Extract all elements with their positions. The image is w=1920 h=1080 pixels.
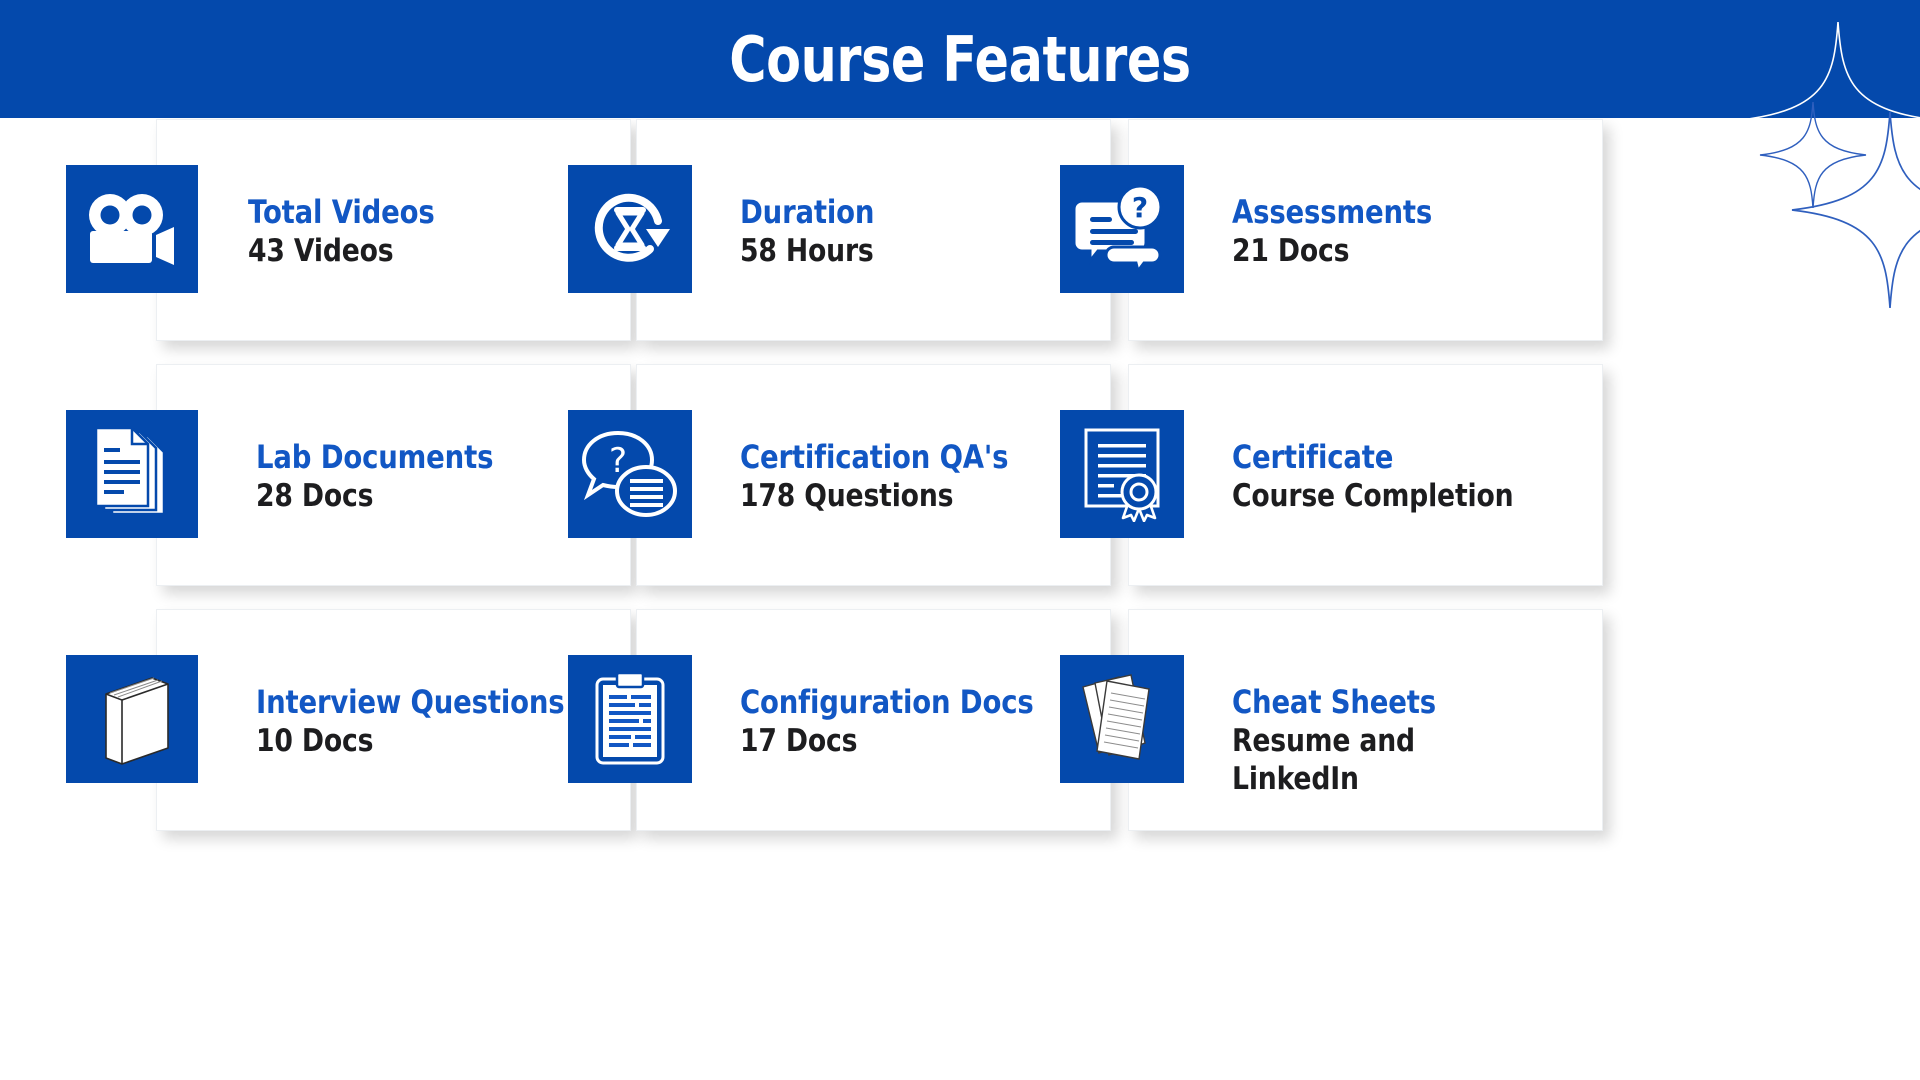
card-title: Lab Documents [256,438,494,476]
page-title: Course Features [729,22,1191,96]
card-title: Certification QA's [740,438,1009,476]
card-value: Resume and LinkedIn [1232,723,1415,797]
header-band: Course Features [0,0,1920,118]
feature-card-total-videos[interactable]: Total Videos 43 Videos [66,118,636,358]
card-value: 178 Questions [740,478,954,514]
hourglass-refresh-icon [594,193,670,262]
card-title: Cheat Sheets [1232,683,1436,721]
card-title: Configuration Docs [740,683,1034,721]
icon-container: ? [1060,165,1184,293]
card-title: Duration [740,193,875,231]
icon-container [1060,655,1184,783]
card-title: Assessments [1232,193,1433,231]
book-icon [105,677,169,765]
card-title: Interview Questions [256,683,565,721]
video-camera-icon [89,194,174,265]
card-text: Assessments 21 Docs [1232,192,1632,270]
icon-container [66,655,198,783]
card-value: 58 Hours [740,233,874,269]
icon-container [568,165,692,293]
card-value: 28 Docs [256,478,374,514]
icon-container [66,165,198,293]
svg-text:?: ? [1132,191,1148,224]
feature-card-interview-questions[interactable]: Interview Questions 10 Docs [66,608,636,848]
speech-bubbles-qa-icon: ? [582,430,677,517]
paper-sheets-icon [1082,674,1150,760]
feature-card-lab-documents[interactable]: Lab Documents 28 Docs [66,363,636,603]
card-value: 21 Docs [1232,233,1350,269]
card-text: Certificate Course Completion [1232,437,1642,515]
icon-container [66,410,198,538]
icon-container: ? [568,410,692,538]
certificate-ribbon-icon [1084,428,1160,522]
clipboard-icon [595,671,665,765]
card-value: 43 Videos [248,233,394,269]
icon-container [1060,410,1184,538]
feature-card-configuration-docs[interactable]: Configuration Docs 17 Docs [568,608,1138,848]
feature-card-cheat-sheets[interactable]: Cheat Sheets Resume and LinkedIn [1060,608,1640,848]
chat-question-icon: ? [1074,184,1163,275]
icon-container [568,655,692,783]
card-title: Total Videos [248,193,435,231]
card-text: Cheat Sheets Resume and LinkedIn [1232,682,1642,798]
stacked-documents-icon [94,428,166,516]
feature-card-grid: Total Videos 43 Videos Duration 58 Hours [0,118,1920,1080]
card-value: Course Completion [1232,478,1514,514]
feature-card-duration[interactable]: Duration 58 Hours [568,118,1138,358]
feature-card-certification-qas[interactable]: ? Certification QA's 178 Questions [568,363,1138,603]
feature-card-certificate[interactable]: Certificate Course Completion [1060,363,1640,603]
feature-card-assessments[interactable]: ? Assessments 21 Docs [1060,118,1640,358]
card-value: 10 Docs [256,723,374,759]
card-value: 17 Docs [740,723,858,759]
slide-canvas: Course Features Total Videos 43 Videos D… [0,0,1920,1080]
card-title: Certificate [1232,438,1394,476]
